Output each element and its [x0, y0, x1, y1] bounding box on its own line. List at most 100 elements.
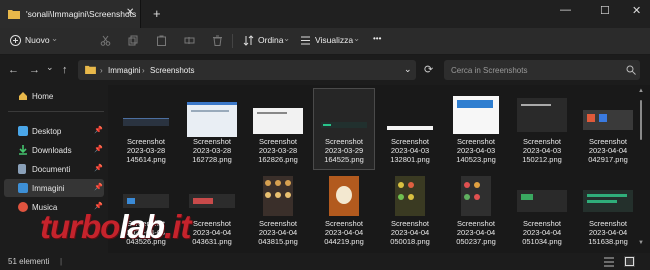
file-item[interactable]: Screenshot 2023-04-03 150212.png — [512, 89, 572, 169]
sidebar-item-documenti[interactable]: Documenti 📌 — [4, 160, 104, 178]
thumbnail — [383, 94, 437, 134]
folder-icon — [85, 65, 96, 74]
thumbnail — [515, 176, 569, 216]
thumbnail — [185, 94, 239, 137]
file-name: Screenshot 2023-03-28 162728.png — [192, 137, 232, 164]
breadcrumb-screenshots[interactable]: Screenshots — [150, 66, 194, 75]
desktop-icon — [18, 126, 28, 136]
thumbnail — [581, 94, 635, 134]
sidebar-item-downloads[interactable]: Downloads 📌 — [4, 141, 104, 159]
pin-icon: 📌 — [94, 165, 103, 172]
file-item[interactable]: Screenshot 2023-04-03 140523.png — [446, 89, 506, 169]
search-input[interactable]: Cerca in Screenshots — [444, 60, 640, 80]
scroll-up-icon[interactable]: ▲ — [638, 88, 644, 94]
search-icon — [626, 65, 636, 75]
download-icon — [19, 145, 27, 155]
tab-close-icon[interactable]: ✕ — [126, 7, 134, 18]
pin-icon: 📌 — [94, 127, 103, 134]
up-button[interactable]: ↑ — [62, 64, 68, 76]
file-item[interactable]: Screenshot 2023-03-28 162826.png — [248, 89, 308, 169]
view-caret-icon[interactable]: ⌄ — [353, 33, 360, 44]
copy-icon[interactable] — [128, 35, 139, 46]
home-icon — [19, 92, 27, 100]
large-icons-view-icon[interactable] — [624, 256, 635, 267]
new-caret-icon[interactable]: ⌄ — [51, 33, 58, 44]
add-tab-button[interactable]: + — [153, 6, 161, 21]
document-icon — [18, 164, 26, 174]
file-name: Screenshot 2023-04-04 050018.png — [390, 219, 430, 246]
more-options-button[interactable]: ••• — [373, 34, 381, 43]
refresh-button[interactable]: ⟳ — [424, 63, 433, 76]
file-item[interactable]: Screenshot 2023-04-03 132801.png — [380, 89, 440, 169]
address-bar[interactable]: › Immagini › Screenshots ⌄ — [78, 60, 416, 80]
thumbnail — [449, 176, 503, 216]
sidebar-item-label: Desktop — [32, 127, 62, 136]
delete-icon[interactable] — [212, 35, 223, 46]
sidebar-item-label: Downloads — [32, 146, 72, 155]
back-button[interactable]: ← — [8, 64, 19, 76]
scroll-down-icon[interactable]: ▼ — [638, 240, 644, 246]
breadcrumb-immagini[interactable]: Immagini — [108, 66, 140, 75]
thumbnail — [581, 176, 635, 216]
file-item[interactable]: Screenshot 2023-04-04 050237.png — [446, 171, 506, 251]
status-bar: 51 elementi | — [0, 253, 650, 270]
file-item-selected[interactable]: Screenshot 2023-03-29 164525.png — [313, 88, 375, 170]
sidebar-divider — [8, 111, 104, 112]
title-bar: 'sonali\Immagini\Screenshots ✕ + — ☐ ✕ — [0, 0, 650, 28]
sidebar-item-desktop[interactable]: Desktop 📌 — [4, 122, 104, 140]
maximize-button[interactable]: ☐ — [600, 4, 610, 17]
file-name: Screenshot 2023-04-04 151638.png — [588, 219, 628, 246]
breadcrumb-separator: › — [100, 66, 103, 75]
pin-icon: 📌 — [94, 146, 103, 153]
paste-icon[interactable] — [156, 35, 167, 46]
sort-caret-icon[interactable]: ⌄ — [283, 33, 290, 44]
new-icon — [10, 35, 21, 46]
thumbnail — [251, 94, 305, 134]
file-item[interactable]: Screenshot 2023-04-04 151638.png — [578, 171, 638, 251]
scrollbar-thumb[interactable] — [640, 100, 642, 140]
file-item[interactable]: Screenshot 2023-04-04 050018.png — [380, 171, 440, 251]
new-button[interactable]: Nuovo — [25, 35, 50, 45]
close-window-button[interactable]: ✕ — [632, 4, 641, 17]
sidebar-item-home[interactable]: Home — [4, 87, 104, 105]
thumbnail — [185, 176, 239, 216]
toolbar-separator — [232, 34, 233, 48]
recent-locations-icon[interactable]: ⌄ — [46, 62, 54, 73]
item-count: 51 elementi — [8, 257, 50, 266]
thumbnail — [317, 94, 371, 134]
file-name: Screenshot 2023-03-29 164525.png — [324, 137, 364, 164]
thumbnail — [449, 94, 503, 134]
file-name: Screenshot 2023-04-04 043631.png — [192, 219, 232, 246]
file-name: Screenshot 2023-03-28 145614.png — [126, 137, 166, 164]
view-button[interactable]: Visualizza — [315, 35, 353, 45]
vertical-scrollbar[interactable]: ▲ ▼ — [638, 88, 644, 248]
details-view-icon[interactable] — [604, 257, 614, 267]
image-icon — [18, 183, 28, 193]
rename-icon[interactable] — [184, 35, 195, 46]
pin-icon: 📌 — [94, 184, 103, 191]
file-name: Screenshot 2023-03-28 162826.png — [258, 137, 298, 164]
sidebar-item-immagini[interactable]: Immagini 📌 — [4, 179, 104, 197]
search-placeholder: Cerca in Screenshots — [451, 66, 528, 75]
file-item[interactable]: Screenshot 2023-04-04 043815.png — [248, 171, 308, 251]
sort-icon — [243, 35, 254, 46]
thumbnail — [317, 176, 371, 216]
cut-icon[interactable] — [100, 35, 111, 46]
thumbnail — [251, 176, 305, 216]
file-item[interactable]: Screenshot 2023-04-04 044219.png — [314, 171, 374, 251]
file-item[interactable]: Screenshot 2023-04-04 043631.png — [182, 171, 242, 251]
sort-button[interactable]: Ordina — [258, 35, 284, 45]
file-item[interactable]: Screenshot 2023-03-28 145614.png — [116, 89, 176, 169]
file-item[interactable]: Screenshot 2023-04-04 051034.png — [512, 171, 572, 251]
folder-icon — [8, 10, 20, 19]
music-icon — [18, 202, 28, 212]
forward-button[interactable]: → — [29, 64, 40, 76]
tab-screenshots[interactable]: 'sonali\Immagini\Screenshots ✕ — [0, 0, 141, 28]
file-item[interactable]: Screenshot 2023-03-28 162728.png — [182, 89, 242, 169]
view-icon — [301, 36, 310, 45]
turbolab-watermark-logo: turbolab.it — [40, 208, 191, 245]
address-dropdown-icon[interactable]: ⌄ — [404, 64, 412, 75]
thumbnail — [119, 94, 173, 134]
minimize-button[interactable]: — — [560, 4, 571, 16]
file-item[interactable]: Screenshot 2023-04-04 042917.png — [578, 89, 638, 169]
